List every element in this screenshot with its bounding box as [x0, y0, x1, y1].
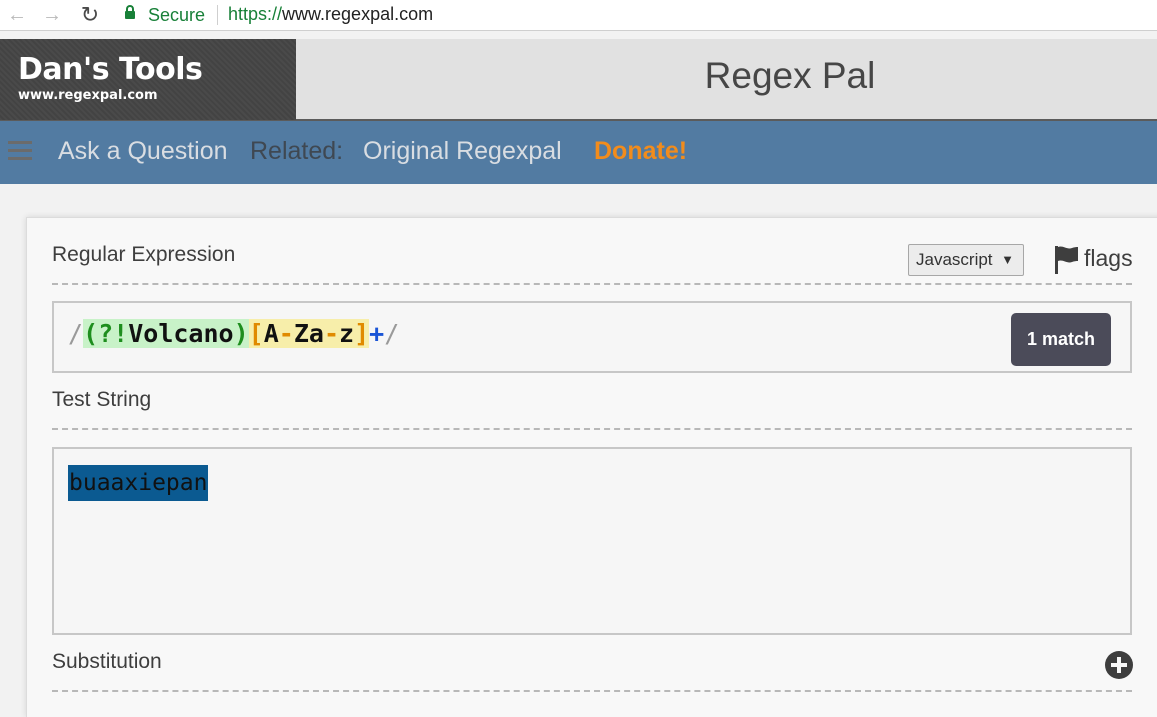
address-bar[interactable]: Secure https://www.regexpal.com: [113, 0, 1157, 31]
url-text[interactable]: https://www.regexpal.com: [228, 4, 433, 25]
logo-title: Dan's Tools: [18, 52, 203, 87]
donate-link[interactable]: Donate!: [594, 137, 687, 166]
class-open-token: [: [248, 319, 264, 348]
regex-expression: /(?!Volcano)[A-Za-z]+/: [68, 319, 399, 348]
group-close-token: ): [233, 319, 249, 348]
url-host: www.regexpal.com: [282, 4, 434, 24]
flags-label: flags: [1084, 245, 1133, 271]
regex-input[interactable]: /(?!Volcano)[A-Za-z]+/: [52, 301, 1132, 373]
group-open-token: (?!: [83, 319, 129, 348]
nav-bar: Ask a Question Related: Original Regexpa…: [0, 121, 1157, 184]
browser-toolbar: ← → ↻ Secure https://www.regexpal.com: [0, 0, 1157, 31]
secure-label: Secure: [148, 5, 206, 25]
hamburger-menu-icon[interactable]: [8, 141, 32, 161]
character-class: [A-Za-z]: [248, 319, 370, 348]
substitution-divider: [52, 690, 1132, 692]
test-string-match: buaaxiepan: [68, 465, 209, 501]
regex-section-label: Regular Expression: [52, 243, 236, 266]
class-range-start: A: [263, 319, 279, 348]
flag-icon: [1055, 246, 1078, 274]
regex-delimiter-close: /: [384, 319, 400, 348]
class-close-token: ]: [354, 319, 370, 348]
address-separator: [217, 5, 218, 25]
match-count-badge: 1 match: [1011, 313, 1111, 366]
logo-subtitle: www.regexpal.com: [18, 88, 158, 103]
forward-arrow-icon[interactable]: →: [40, 3, 64, 27]
flavor-select[interactable]: Javascript ▼: [908, 244, 1024, 276]
test-string-input[interactable]: buaaxiepan: [52, 447, 1132, 635]
negative-lookahead-group: (?!Volcano): [83, 319, 249, 348]
original-regexpal-link[interactable]: Original Regexpal: [363, 137, 562, 166]
site-header: Dan's Tools www.regexpal.com Regex Pal: [0, 39, 1157, 121]
flavor-selected-value: Javascript: [916, 250, 993, 269]
test-string-label: Test String: [52, 388, 152, 411]
ask-question-link[interactable]: Ask a Question: [58, 137, 228, 166]
substitution-label: Substitution: [52, 650, 162, 673]
test-string-divider: [52, 428, 1132, 430]
class-range-dash-2: -: [323, 319, 339, 348]
regex-delimiter-open: /: [68, 319, 84, 348]
class-range-dash-1: -: [278, 319, 294, 348]
page-title: Regex Pal: [704, 55, 876, 96]
related-label: Related:: [250, 137, 344, 165]
lock-icon: [125, 5, 135, 21]
quantifier-token: +: [369, 319, 385, 348]
class-range-mid: Za: [293, 319, 324, 348]
site-logo[interactable]: Dan's Tools www.regexpal.com: [0, 39, 296, 120]
regex-divider: [52, 283, 1132, 285]
group-literal: Volcano: [128, 319, 234, 348]
reload-icon[interactable]: ↻: [78, 3, 102, 27]
url-scheme: https://: [228, 4, 283, 24]
class-range-end: z: [339, 319, 355, 348]
back-arrow-icon[interactable]: ←: [5, 3, 29, 27]
add-substitution-plus-icon[interactable]: [1105, 651, 1133, 679]
chevron-down-icon: ▼: [1001, 252, 1014, 267]
